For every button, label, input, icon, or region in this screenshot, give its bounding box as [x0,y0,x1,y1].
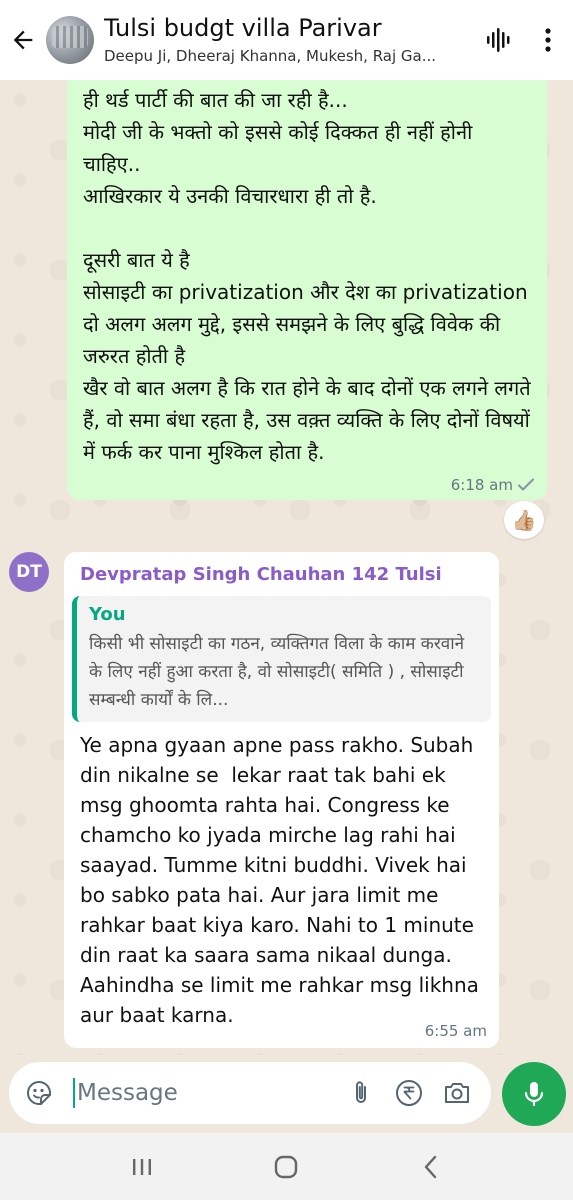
sender-avatar[interactable]: DT [9,552,49,592]
incoming-message-text: Ye apna gyaan apne pass rakho. Subah din… [80,733,486,1027]
back-arrow-icon [13,30,33,50]
home-button[interactable] [256,1137,316,1197]
outgoing-message[interactable]: ही थर्ड पार्टी की बात की जा रही है... मो… [67,80,547,500]
back-chevron-icon [424,1155,437,1178]
camera-button[interactable] [433,1069,481,1117]
rupee-icon [396,1080,422,1106]
audio-wave-icon [487,28,510,52]
quoted-reply[interactable]: You किसी भी सोसाइटी का गठन, व्यक्तिगत वि… [72,596,491,722]
incoming-message-time: 6:55 am [424,1022,487,1040]
reaction-badge[interactable]: 👍🏼 [504,501,544,539]
sender-name[interactable]: Devpratap Singh Chauhan 142 Tulsi [72,562,491,588]
outgoing-message-text: ही थर्ड पार्टी की बात की जा रही है... मो… [83,88,531,464]
sticker-button[interactable] [19,1073,59,1113]
incoming-message[interactable]: Devpratap Singh Chauhan 142 Tulsi You कि… [64,552,499,1048]
sticker-icon [27,1080,51,1105]
mic-icon [524,1082,544,1107]
paperclip-icon [356,1081,366,1103]
chat-title: Tulsi budgt villa Parivar [104,14,382,42]
back-button[interactable] [0,0,46,80]
chat-participants: Deepu Ji, Dheeraj Khanna, Mukesh, Raj Ga… [104,47,437,65]
group-avatar[interactable] [46,16,94,64]
system-nav-bar [0,1133,573,1200]
quote-author: You [89,604,126,625]
chat-area[interactable]: ही थर्ड पार्टी की बात की जा रही है... मो… [0,80,573,1055]
message-composer [9,1062,491,1124]
chat-header: Tulsi budgt villa Parivar Deepu Ji, Dhee… [0,0,573,80]
voice-message-button[interactable] [502,1062,566,1126]
voice-chat-button[interactable] [473,0,523,80]
recents-icon [133,1158,152,1175]
message-input[interactable] [75,1080,337,1106]
chat-title-block[interactable]: Tulsi budgt villa Parivar Deepu Ji, Dhee… [104,13,473,67]
outgoing-message-time: 6:18 am [450,476,513,494]
outgoing-message-meta: 6:18 am [451,476,535,494]
more-options-button[interactable] [523,0,573,80]
attach-button[interactable] [337,1069,385,1117]
recent-apps-button[interactable] [112,1137,172,1197]
home-icon [275,1155,298,1178]
check-icon [518,478,534,491]
back-nav-button[interactable] [401,1137,461,1197]
more-vert-icon [545,28,551,52]
payment-button[interactable] [385,1069,433,1117]
camera-icon [445,1083,469,1103]
quote-text: किसी भी सोसाइटी का गठन, व्यक्तिगत विला क… [89,634,465,710]
